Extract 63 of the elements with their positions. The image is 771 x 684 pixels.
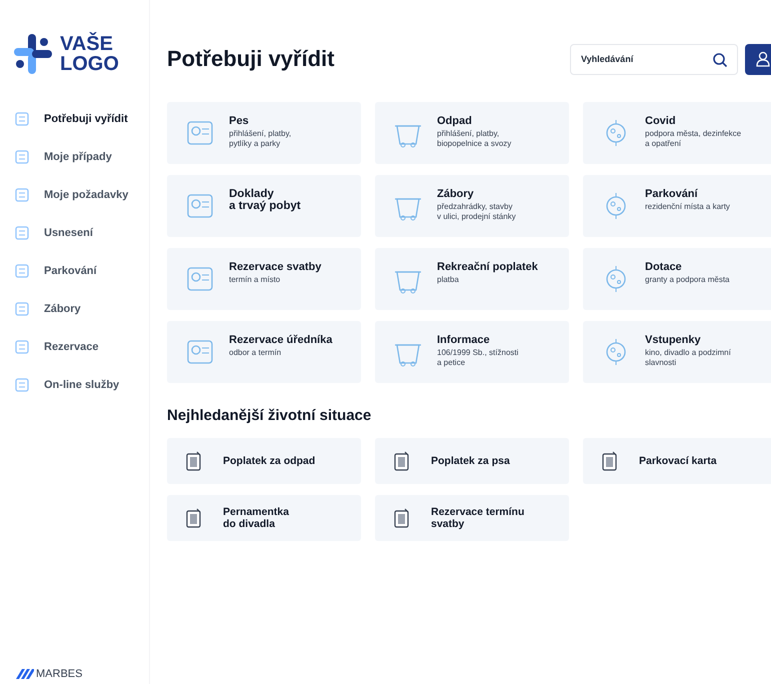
sidebar-item[interactable]: Moje případy: [14, 138, 149, 176]
situation-title: Pernamentka do divadla: [223, 506, 289, 530]
service-card[interactable]: Zábory předzahrádky, stavby v ulici, prodejní stánky: [375, 175, 569, 237]
logo-text: LOGO: [60, 54, 119, 74]
service-description: přihlášení, platby, biopopelnice a svozy: [437, 129, 512, 149]
user-icon: [756, 51, 770, 67]
service-description: odbor a termín: [229, 348, 282, 358]
situation-title: Poplatek za psa: [431, 455, 510, 467]
service-card[interactable]: Rekreační poplatek platba: [375, 248, 569, 310]
situation-title: Rezervace termínu svatby: [431, 506, 524, 530]
sidebar-item[interactable]: Rezervace: [14, 328, 149, 366]
service-title: Covid: [645, 115, 677, 127]
service-title: Vstupenky: [645, 334, 702, 346]
service-title: Pes: [229, 115, 250, 127]
service-title: Rezervace úředníka: [229, 334, 332, 346]
service-title: Zábory: [437, 188, 475, 200]
sidebar-item[interactable]: Parkování: [14, 252, 149, 290]
service-description: granty a podpora města: [645, 275, 730, 285]
service-card[interactable]: Parkování rezidenční místa a karty: [583, 175, 771, 237]
brand-logo-icon: [16, 669, 34, 679]
situation-title: Poplatek za odpad: [223, 455, 316, 467]
service-card[interactable]: Rezervace úředníka odbor a termín: [167, 321, 361, 383]
service-description: 106/1999 Sb., stížnosti a petice: [437, 348, 518, 368]
page-title: Potřebuji vyřídit: [167, 46, 334, 72]
logo-text: VAŠE: [60, 34, 114, 54]
sidebar-item[interactable]: Moje požadavky: [14, 176, 149, 214]
service-card[interactable]: Informace 106/1999 Sb., stížnosti a petice: [375, 321, 569, 383]
service-card[interactable]: Dotace granty a podpora města: [583, 248, 771, 310]
sidebar-item[interactable]: On-line služby: [14, 366, 149, 404]
service-card[interactable]: Covid podpora města, dezinfekce a opatření: [583, 102, 771, 164]
situation-card[interactable]: Pernamentka do divadla: [167, 495, 361, 541]
service-description: přihlášení, platby, pytlíky a parky: [229, 129, 292, 149]
service-card[interactable]: Doklady a trvaý pobyt: [167, 175, 361, 237]
logo-icon: [14, 34, 52, 74]
service-title: Informace: [437, 334, 491, 346]
service-card[interactable]: Odpad přihlášení, platby, biopopelnice a svozy: [375, 102, 569, 164]
service-description: podpora města, dezinfekce a opatření: [645, 129, 742, 149]
section-heading: Nejhledanější životní situace: [167, 407, 372, 424]
situation-card[interactable]: Parkovací karta: [583, 438, 771, 484]
situation-title: Parkovací karta: [639, 455, 717, 467]
sidebar-item[interactable]: Potřebuji vyřídit: [14, 100, 149, 138]
service-card[interactable]: Pes přihlášení, platby, pytlíky a parky: [167, 102, 361, 164]
search-field[interactable]: Vyhledávání: [570, 44, 738, 74]
brand-name: MARBES: [36, 668, 82, 680]
sidebar-item[interactable]: Usnesení: [14, 214, 149, 252]
situation-card[interactable]: Poplatek za psa: [375, 438, 569, 484]
search-icon[interactable]: [712, 52, 728, 68]
service-title: Doklady a trvaý pobyt: [229, 188, 301, 212]
situation-card[interactable]: Rezervace termínu svatby: [375, 495, 569, 541]
service-card[interactable]: Vstupenky kino, divadlo a podzimní slavnosti: [583, 321, 771, 383]
service-title: Rekreační poplatek: [437, 261, 538, 273]
service-description: předzahrádky, stavby v ulici, prodejní stánky: [437, 202, 516, 222]
service-title: Odpad: [437, 115, 473, 127]
service-description: termín a místo: [229, 275, 282, 285]
service-card[interactable]: Rezervace svatby termín a místo: [167, 248, 361, 310]
service-description: rezidenční místa a karty: [645, 202, 730, 212]
service-title: Parkování: [645, 188, 699, 200]
service-description: platba: [437, 275, 460, 285]
service-title: Dotace: [645, 261, 683, 273]
situation-card[interactable]: Poplatek za odpad: [167, 438, 361, 484]
sidebar-item[interactable]: Zábory: [14, 290, 149, 328]
service-title: Rezervace svatby: [229, 261, 322, 273]
service-description: kino, divadlo a podzimní slavnosti: [645, 348, 731, 368]
